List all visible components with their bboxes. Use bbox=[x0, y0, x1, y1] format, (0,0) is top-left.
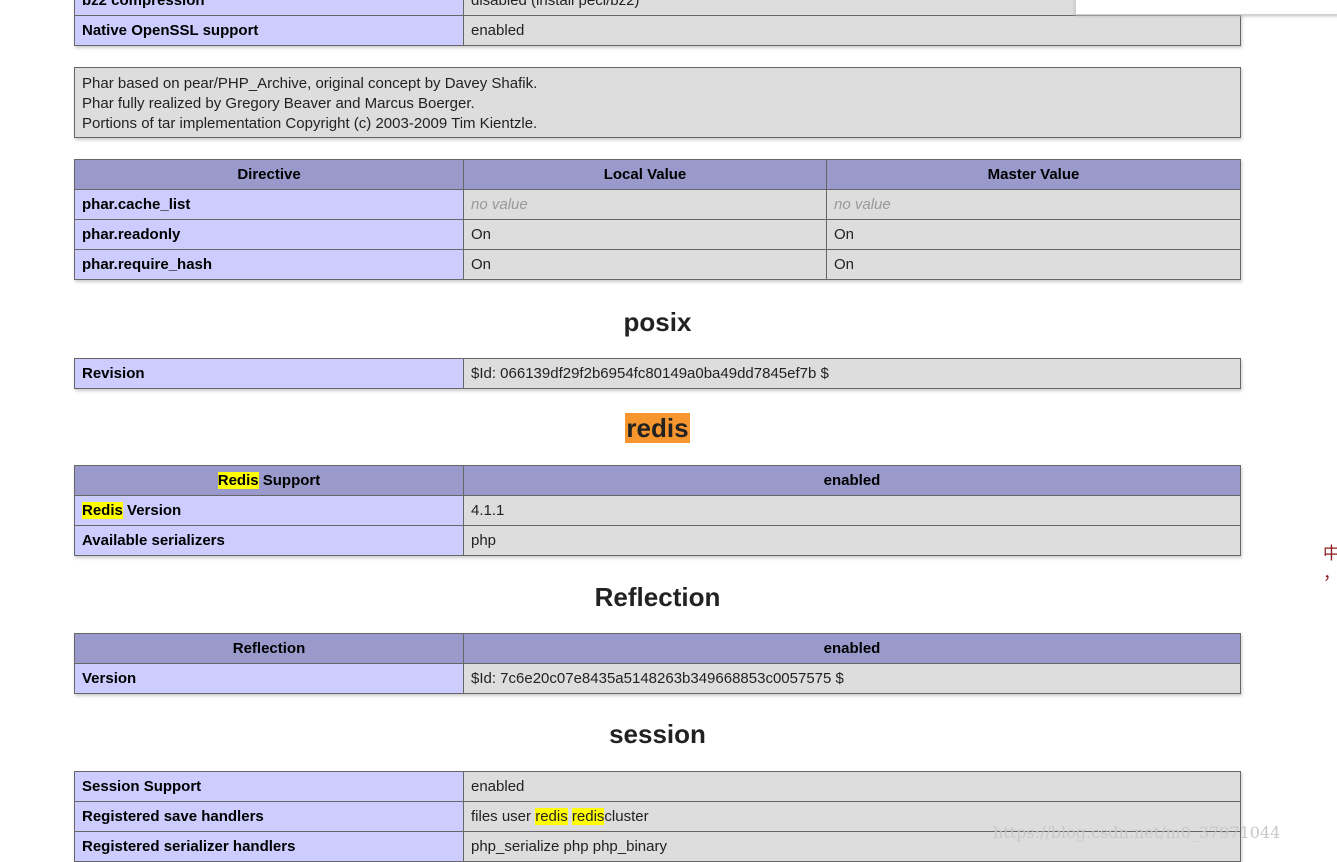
credit-line: Portions of tar implementation Copyright… bbox=[82, 115, 538, 132]
search-highlight: Redis bbox=[217, 472, 259, 489]
table-row: Revision $Id: 066139df29f2b6954fc80149a0… bbox=[74, 358, 1241, 389]
redis-version-text: Version bbox=[122, 502, 182, 519]
reflection-heading: Reflection bbox=[74, 580, 1241, 614]
reflection-version-label: Version bbox=[74, 663, 464, 694]
reflection-title: Reflection bbox=[594, 582, 721, 612]
phar-credits: Phar based on pear/PHP_Archive, original… bbox=[74, 67, 1241, 138]
redis-support-header: Redis Support bbox=[74, 465, 464, 496]
dropdown-popup bbox=[1075, 0, 1337, 15]
session-support-value: enabled bbox=[463, 771, 1241, 802]
directive-name: phar.cache_list bbox=[74, 189, 464, 220]
directive-name: phar.readonly bbox=[74, 219, 464, 250]
redis-support-value: enabled bbox=[463, 465, 1241, 496]
master-value: On bbox=[826, 249, 1241, 280]
bz2-label: bz2 compression bbox=[74, 0, 464, 16]
save-handlers-label: Registered save handlers bbox=[74, 801, 464, 832]
local-value: no value bbox=[463, 189, 827, 220]
redis-table: Redis Support enabled Redis Version 4.1.… bbox=[74, 465, 1241, 556]
local-value: On bbox=[463, 249, 827, 280]
table-row: Version $Id: 7c6e20c07e8435a5148263b3496… bbox=[74, 663, 1241, 694]
redis-support-text: Support bbox=[258, 472, 321, 489]
openssl-label: Native OpenSSL support bbox=[74, 15, 464, 46]
credit-line: Phar fully realized by Gregory Beaver an… bbox=[82, 95, 475, 112]
table-row: phar.require_hash On On bbox=[74, 249, 1241, 280]
session-title: session bbox=[609, 719, 706, 749]
redis-title-search-highlight: redis bbox=[625, 413, 690, 443]
session-table: Session Support enabled Registered save … bbox=[74, 771, 1241, 862]
table-header-row: Redis Support enabled bbox=[74, 465, 1241, 496]
session-heading: session bbox=[74, 717, 1241, 751]
table-row: Redis Version 4.1.1 bbox=[74, 495, 1241, 526]
reflection-status: enabled bbox=[463, 633, 1241, 664]
serializer-handlers-label: Registered serializer handlers bbox=[74, 831, 464, 862]
table-row: Available serializers php bbox=[74, 525, 1241, 556]
redis-heading: redis bbox=[74, 411, 1241, 445]
reflection-version-value: $Id: 7c6e20c07e8435a5148263b349668853c00… bbox=[463, 663, 1241, 694]
table-row: phar.cache_list no value no value bbox=[74, 189, 1241, 220]
credit-line: Phar based on pear/PHP_Archive, original… bbox=[82, 75, 538, 92]
handlers-prefix: files user bbox=[471, 808, 536, 825]
watermark: https://blog.csdn.net/m0_37971044 bbox=[993, 823, 1281, 842]
master-value: On bbox=[826, 219, 1241, 250]
search-highlight: Redis bbox=[82, 502, 123, 519]
table-header-row: Directive Local Value Master Value bbox=[74, 159, 1241, 190]
redis-version-label: Redis Version bbox=[74, 495, 464, 526]
table-row: Native OpenSSL support enabled bbox=[74, 15, 1241, 46]
local-value-header: Local Value bbox=[463, 159, 827, 190]
local-value: On bbox=[463, 219, 827, 250]
table-header-row: Reflection enabled bbox=[74, 633, 1241, 664]
openssl-value: enabled bbox=[463, 15, 1241, 46]
redis-version-value: 4.1.1 bbox=[463, 495, 1241, 526]
table-row: Session Support enabled bbox=[74, 771, 1241, 802]
master-value-header: Master Value bbox=[826, 159, 1241, 190]
posix-heading: posix bbox=[74, 305, 1241, 339]
reflection-table: Reflection enabled Version $Id: 7c6e20c0… bbox=[74, 633, 1241, 694]
table-row: phar.readonly On On bbox=[74, 219, 1241, 250]
directive-name: phar.require_hash bbox=[74, 249, 464, 280]
reflection-header: Reflection bbox=[74, 633, 464, 664]
master-value: no value bbox=[826, 189, 1241, 220]
revision-label: Revision bbox=[74, 358, 464, 389]
openssl-table: bz2 compression disabled (install pecl/b… bbox=[74, 0, 1241, 46]
directive-header: Directive bbox=[74, 159, 464, 190]
session-support-label: Session Support bbox=[74, 771, 464, 802]
posix-table: Revision $Id: 066139df29f2b6954fc80149a0… bbox=[74, 358, 1241, 389]
posix-title: posix bbox=[623, 307, 692, 337]
search-highlight: redis bbox=[571, 808, 605, 825]
side-text: 中 ， bbox=[1323, 544, 1337, 584]
serializers-value: php bbox=[463, 525, 1241, 556]
serializers-label: Available serializers bbox=[74, 525, 464, 556]
handlers-suffix: cluster bbox=[604, 808, 649, 825]
phar-directives-table: Directive Local Value Master Value phar.… bbox=[74, 159, 1241, 280]
search-highlight: redis bbox=[535, 808, 568, 825]
table-row: bz2 compression disabled (install pecl/b… bbox=[74, 0, 1241, 16]
revision-value: $Id: 066139df29f2b6954fc80149a0ba49dd784… bbox=[463, 358, 1241, 389]
